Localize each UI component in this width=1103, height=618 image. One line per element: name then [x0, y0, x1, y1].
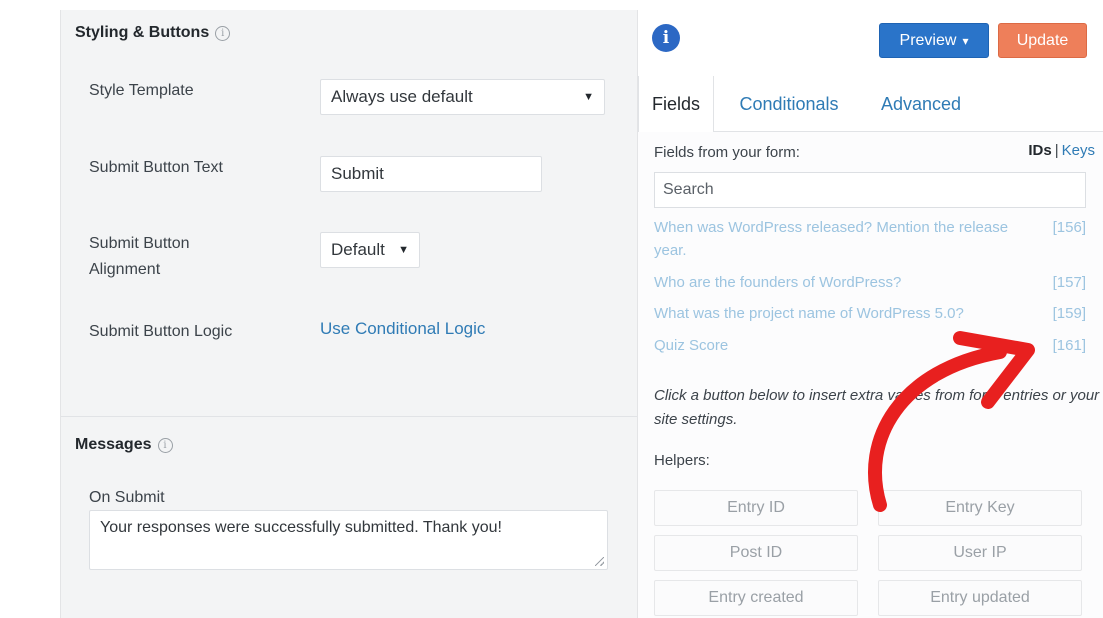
ids-keys-separator: | [1054, 142, 1059, 159]
resize-handle-icon[interactable] [595, 557, 604, 566]
field-id: [161] [1052, 337, 1086, 354]
field-id: [156] [1052, 219, 1086, 236]
list-item[interactable]: What was the project name of WordPress 5… [654, 302, 1086, 325]
list-item[interactable]: When was WordPress released? Mention the… [654, 216, 1086, 262]
chevron-down-icon: ▼ [583, 91, 594, 103]
field-id: [157] [1052, 274, 1086, 291]
messages-title: Messages [75, 436, 152, 453]
chevron-down-icon: ▾ [962, 33, 969, 48]
submit-text-input[interactable]: Submit [320, 156, 542, 192]
chevron-down-icon: ▼ [398, 244, 409, 256]
sidebar-tabs: Fields Conditionals Advanced [638, 76, 1103, 133]
on-submit-text: Your responses were successfully submitt… [100, 519, 502, 536]
fields-sidebar: i Preview ▾ Update Fields Conditionals A… [638, 10, 1103, 618]
ids-keys-toggle: IDs | Keys [1028, 142, 1095, 159]
style-template-select[interactable]: Always use default ▼ [320, 79, 605, 115]
preview-button[interactable]: Preview ▾ [879, 23, 989, 58]
messages-heading: Messages i [75, 436, 173, 454]
alignment-label-line2: Alignment [89, 261, 161, 278]
info-icon[interactable]: i [652, 24, 680, 52]
info-icon[interactable]: i [157, 437, 173, 453]
update-button-label: Update [1016, 31, 1069, 49]
helper-entry-updated-button[interactable]: Entry updated [878, 580, 1082, 616]
on-submit-label: On Submit [89, 489, 165, 506]
field-name: When was WordPress released? Mention the… [654, 219, 1009, 259]
fields-from-form-label: Fields from your form: [654, 144, 800, 161]
tab-fields[interactable]: Fields [638, 76, 714, 133]
styling-buttons-title: Styling & Buttons [75, 24, 210, 41]
annotation-arrow-icon [868, 331, 1035, 512]
helper-user-ip-button[interactable]: User IP [878, 535, 1082, 571]
logic-label: Submit Button Logic [89, 323, 233, 340]
tab-advanced[interactable]: Advanced [868, 76, 974, 132]
field-search-input[interactable]: Search [654, 172, 1086, 208]
form-settings-panel: Styling & Buttons i Style Template Alway… [60, 10, 638, 618]
on-submit-textarea[interactable]: Your responses were successfully submitt… [89, 510, 608, 570]
field-id: [159] [1052, 305, 1086, 322]
alignment-value: Default [331, 240, 385, 259]
helper-post-id-button[interactable]: Post ID [654, 535, 858, 571]
info-icon[interactable]: i [215, 25, 231, 41]
keys-toggle[interactable]: Keys [1062, 142, 1095, 159]
style-template-value: Always use default [331, 87, 473, 106]
helper-entry-id-button[interactable]: Entry ID [654, 490, 858, 526]
styling-buttons-heading: Styling & Buttons i [75, 24, 231, 42]
alignment-select[interactable]: Default ▼ [320, 232, 420, 268]
preview-button-label: Preview [899, 31, 957, 49]
submit-text-label: Submit Button Text [89, 159, 223, 176]
use-conditional-logic-link[interactable]: Use Conditional Logic [320, 319, 485, 339]
alignment-label-line1: Submit Button [89, 235, 190, 252]
helper-entry-created-button[interactable]: Entry created [654, 580, 858, 616]
tab-conditionals[interactable]: Conditionals [724, 76, 854, 132]
update-button[interactable]: Update [998, 23, 1087, 58]
style-template-label: Style Template [89, 82, 194, 99]
field-name: Who are the founders of WordPress? [654, 274, 902, 291]
section-divider [61, 416, 637, 417]
helpers-label: Helpers: [654, 452, 710, 469]
ids-toggle[interactable]: IDs [1028, 142, 1051, 159]
list-item[interactable]: Who are the founders of WordPress? [157] [654, 271, 1086, 294]
field-name: What was the project name of WordPress 5… [654, 305, 964, 322]
